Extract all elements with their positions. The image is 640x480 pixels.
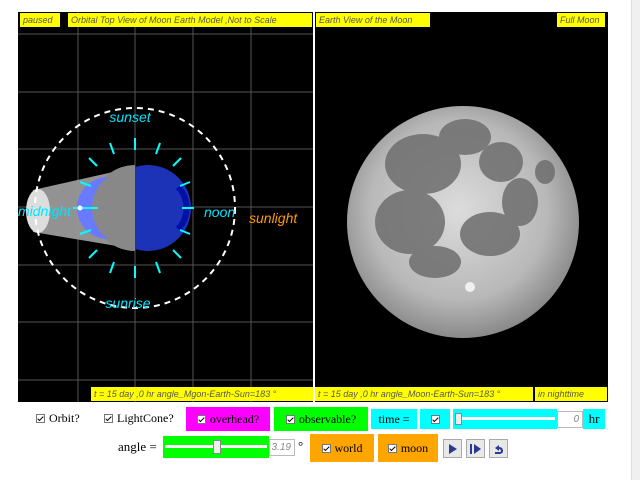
time-toggle[interactable] bbox=[420, 409, 450, 429]
observable-label: observable? bbox=[298, 411, 357, 426]
angle-label: angle = bbox=[118, 439, 157, 454]
orbital-view-title: Orbital Top View of Moon Earth Model ,No… bbox=[68, 13, 312, 27]
orbit-checkbox[interactable] bbox=[36, 414, 45, 423]
world-label: world bbox=[334, 440, 363, 455]
moon-label: moon bbox=[400, 440, 429, 455]
time-unit: hr bbox=[583, 409, 605, 429]
step-button[interactable] bbox=[466, 439, 485, 458]
midnight-label: midnight bbox=[18, 203, 72, 219]
world-checkbox[interactable] bbox=[321, 443, 331, 453]
play-button[interactable] bbox=[443, 439, 462, 458]
orbital-view-panel[interactable]: sunset sunrise midnight noon sunlight pa… bbox=[18, 12, 313, 402]
orbit-label: Orbit? bbox=[49, 411, 80, 425]
orbit-toggle[interactable]: Orbit? bbox=[36, 411, 80, 426]
overhead-label: overhead? bbox=[209, 411, 260, 426]
angle-unit: ° bbox=[298, 438, 304, 453]
time-slider-track bbox=[455, 417, 555, 420]
time-label-box: time = bbox=[371, 409, 417, 429]
tycho-crater bbox=[465, 282, 475, 292]
moon-toggle[interactable]: moon bbox=[378, 434, 438, 462]
noon-label: noon bbox=[204, 204, 235, 220]
step-forward-icon bbox=[470, 443, 481, 454]
time-value-field[interactable]: 0 bbox=[557, 411, 583, 428]
moon-checkbox[interactable] bbox=[387, 443, 397, 453]
observer-marker[interactable] bbox=[77, 205, 83, 211]
lightcone-toggle[interactable]: LightCone? bbox=[104, 411, 174, 426]
time-slider[interactable] bbox=[453, 409, 557, 429]
reset-button[interactable] bbox=[489, 439, 508, 458]
overhead-toggle[interactable]: overhead? bbox=[186, 407, 270, 431]
sunrise-label: sunrise bbox=[105, 295, 150, 311]
earth-view-footer: t = 15 day ,0 hr angle_Moon-Earth-Sun=18… bbox=[315, 387, 533, 401]
lightcone-label: LightCone? bbox=[117, 411, 174, 425]
angle-value-field[interactable]: 3.19 bbox=[269, 439, 295, 456]
moon-phase-label: Full Moon bbox=[557, 13, 605, 27]
angle-slider-thumb[interactable] bbox=[213, 440, 221, 454]
status-label: paused bbox=[20, 13, 60, 27]
sunset-label: sunset bbox=[109, 109, 151, 125]
time-checkbox[interactable] bbox=[430, 414, 440, 424]
observable-toggle[interactable]: observable? bbox=[274, 407, 368, 431]
time-slider-thumb[interactable] bbox=[455, 413, 462, 425]
sunlight-label: sunlight bbox=[249, 210, 298, 226]
reset-icon bbox=[495, 444, 503, 454]
world-toggle[interactable]: world bbox=[310, 434, 374, 462]
earth-view-panel: Earth View of the Moon Full Moon t = 15 … bbox=[315, 12, 608, 402]
play-icon bbox=[449, 443, 457, 454]
observable-checkbox[interactable] bbox=[285, 414, 295, 424]
page-scrollbar[interactable] bbox=[631, 0, 640, 480]
earth-view-canvas bbox=[347, 106, 579, 338]
earth-view-title: Earth View of the Moon bbox=[316, 13, 430, 27]
lightcone-checkbox[interactable] bbox=[104, 414, 113, 423]
overhead-checkbox[interactable] bbox=[196, 414, 206, 424]
angle-slider[interactable] bbox=[163, 436, 269, 458]
nighttime-label: in nighttime bbox=[535, 387, 607, 401]
orbital-view-footer: t = 15 day ,0 hr angle_Mgon-Earth-Sun=18… bbox=[91, 387, 313, 401]
orbital-view-canvas[interactable]: sunset sunrise midnight noon sunlight bbox=[18, 12, 313, 402]
time-label: time = bbox=[378, 411, 410, 426]
